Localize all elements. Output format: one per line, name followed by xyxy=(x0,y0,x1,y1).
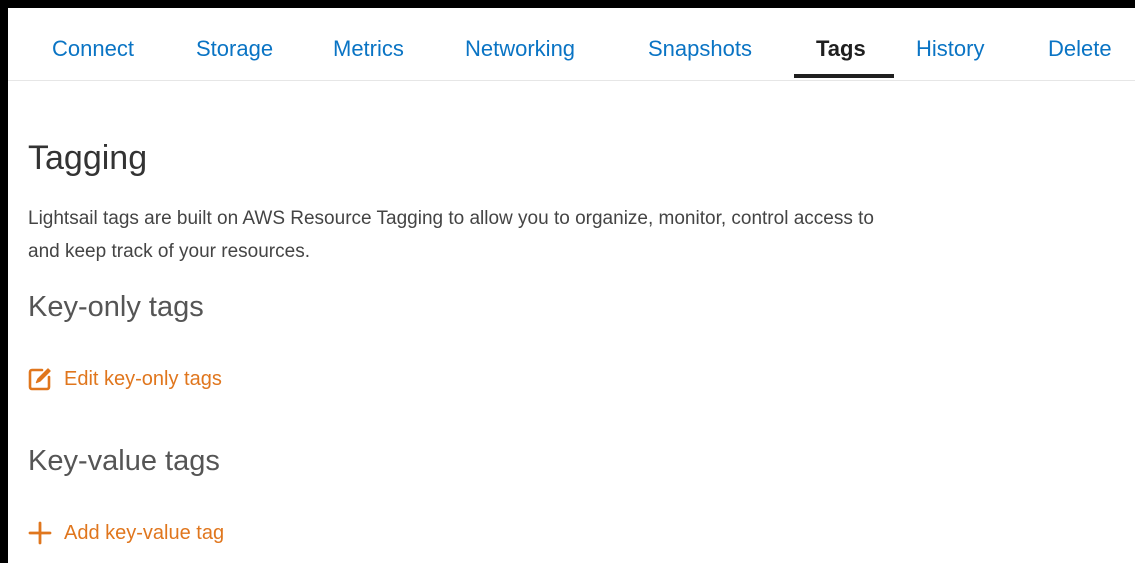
key-value-tags-heading: Key-value tags xyxy=(28,445,220,477)
tab-bar: Connect Storage Metrics Networking Snaps… xyxy=(8,8,1135,81)
plus-icon xyxy=(28,521,52,545)
tags-panel: Connect Storage Metrics Networking Snaps… xyxy=(0,0,1135,563)
tab-metrics[interactable]: Metrics xyxy=(333,34,404,64)
tab-history[interactable]: History xyxy=(916,34,984,64)
tab-delete[interactable]: Delete xyxy=(1048,34,1112,64)
tab-storage[interactable]: Storage xyxy=(196,34,273,64)
edit-key-only-tags-label: Edit key-only tags xyxy=(64,368,222,390)
key-only-tags-heading: Key-only tags xyxy=(28,291,204,323)
tab-connect[interactable]: Connect xyxy=(52,34,134,64)
tagging-description: Lightsail tags are built on AWS Resource… xyxy=(28,208,874,262)
tab-tags[interactable]: Tags xyxy=(816,34,866,64)
active-tab-indicator xyxy=(794,74,894,78)
add-key-value-tag-link[interactable]: Add key-value tag xyxy=(28,518,224,548)
page-title: Tagging xyxy=(28,139,148,177)
tab-networking[interactable]: Networking xyxy=(465,34,575,64)
add-key-value-tag-label: Add key-value tag xyxy=(64,522,225,544)
edit-key-only-tags-link[interactable]: Edit key-only tags xyxy=(28,364,222,394)
edit-icon xyxy=(28,367,52,391)
tab-snapshots[interactable]: Snapshots xyxy=(648,34,752,64)
